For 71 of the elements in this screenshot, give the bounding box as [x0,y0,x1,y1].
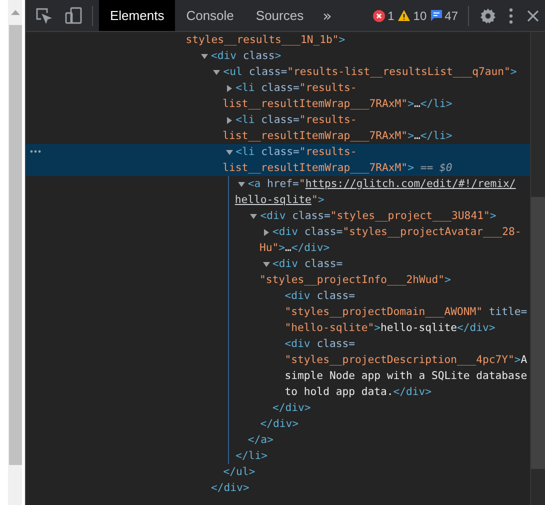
tree-node-row[interactable]: <li class="results- list__resultItemWrap___7RAxM">…</li> [26,80,530,112]
code-line: <div class= [284,289,355,304]
code-line: <div class="styles__projectAvatar___28- [272,225,522,240]
collapse-arrow-icon[interactable] [213,68,220,76]
expand-arrow-icon[interactable] [262,228,270,236]
code-line: "styles__projectDescription___4pc7Y">A [284,353,528,368]
message-icon [430,10,442,21]
code-line: <ul class="results-list__resultsList___q7aun"> [223,65,517,80]
scrollbar-thumb[interactable] [8,25,22,465]
code-line: "hello-sqlite">hello-sqlite</div> [284,321,496,336]
tree-node-row[interactable]: <li class="results- list__resultItemWrap___7RAxM">…</li> [26,112,530,144]
tree-node-row[interactable]: <li class="results- list__resultItemWrap___7RAxM"> == $0 [26,144,530,176]
page-scrollbar[interactable] [8,0,22,505]
inspect-cursor-icon[interactable] [35,7,52,24]
more-icon[interactable] [30,150,41,153]
code-line: </div> [260,417,298,432]
code-line: </div> [272,401,311,416]
code-line: <div class> [211,49,282,64]
code-line: </ul> [223,465,256,480]
tree-node-row[interactable]: <div class="styles__projectAvatar___28- Hu">…</div> [26,224,530,256]
error-icon [372,10,385,22]
warning-count: 10 [413,8,427,22]
code-line: Hu">…</div> [260,241,330,256]
error-count: 1 [388,8,394,22]
collapse-arrow-icon[interactable] [250,212,258,220]
code-line: simple Node app with a SQLite database [284,369,528,384]
tree-node-row[interactable]: <div class= "styles__projectInfo___2hWud"> [26,256,530,288]
tree-node-row[interactable]: <a href="https://glitch.com/edit/#!/remix/ hello-sqlite"> [26,176,530,208]
settings-icon[interactable] [480,8,496,24]
tree-node-row[interactable]: <div class="styles__project___3U841"> [26,208,530,224]
code-line: "styles__projectDomain___AWONM" title= [284,305,528,320]
collapse-arrow-icon[interactable] [238,180,245,188]
code-line: list__resultItemWrap___7RAxM">…</li> [222,97,452,112]
code-line: <li class="results- [236,81,357,96]
link[interactable]: https://glitch.com/edit/#!/remix/ [305,178,516,190]
link[interactable]: hello-sqlite [234,194,312,206]
code-line: list__resultItemWrap___7RAxM">…</li> [222,129,452,144]
code-line: hello-sqlite"> [234,193,324,208]
code-line: <li class="results- [236,145,357,160]
code-line: <div class="styles__project___3U841"> [260,209,496,224]
panel-tab[interactable]: Sources [244,0,315,31]
close-icon[interactable] [527,10,539,22]
code-line: <div class= [272,257,343,272]
panel-tab[interactable]: Console [175,0,245,31]
code-line: <div class= [284,337,355,352]
more-tabs-button[interactable]: » [314,6,340,24]
more-options-icon[interactable] [509,8,513,24]
collapse-arrow-icon[interactable] [262,260,270,268]
tree-node-row[interactable]: <div class> [26,48,530,64]
expand-arrow-icon[interactable] [226,116,233,124]
elements-scrollbar[interactable] [530,32,545,505]
code-line: "styles__projectInfo___2hWud"> [260,273,451,288]
scrollbar-thumb[interactable] [531,197,545,469]
device-icon[interactable] [65,7,82,24]
code-line: styles__results___1N_1b"> [186,33,346,48]
message-count: 47 [444,8,458,22]
tree-node-row[interactable]: <div class= "styles__projectDomain___AWONM" title= "hello-sqlite">hello-sqlite</div> [26,288,530,336]
code-line: to hold app data.</div> [284,385,432,400]
code-line: list__resultItemWrap___7RAxM"> == $0 [222,161,452,176]
code-line: </div> [211,481,250,496]
tree-node-row[interactable]: <ul class="results-list__resultsList___q7aun"> [26,64,530,80]
panel-tab[interactable]: Elements [99,0,176,31]
code-line: <a href="https://glitch.com/edit/#!/remix/ [248,177,516,192]
expand-arrow-icon[interactable] [226,84,233,92]
code-line: </a> [248,433,274,448]
collapse-arrow-icon[interactable] [201,52,208,60]
tree-node-row[interactable]: <div class= "styles__projectDescription___4pc7Y">A simple Node app with a SQLite database to hold app data.</div> [26,336,530,400]
warning-icon [398,10,410,21]
code-line: <li class="results- [236,113,357,128]
collapse-arrow-icon[interactable] [226,148,233,156]
code-line: </li> [236,449,268,464]
